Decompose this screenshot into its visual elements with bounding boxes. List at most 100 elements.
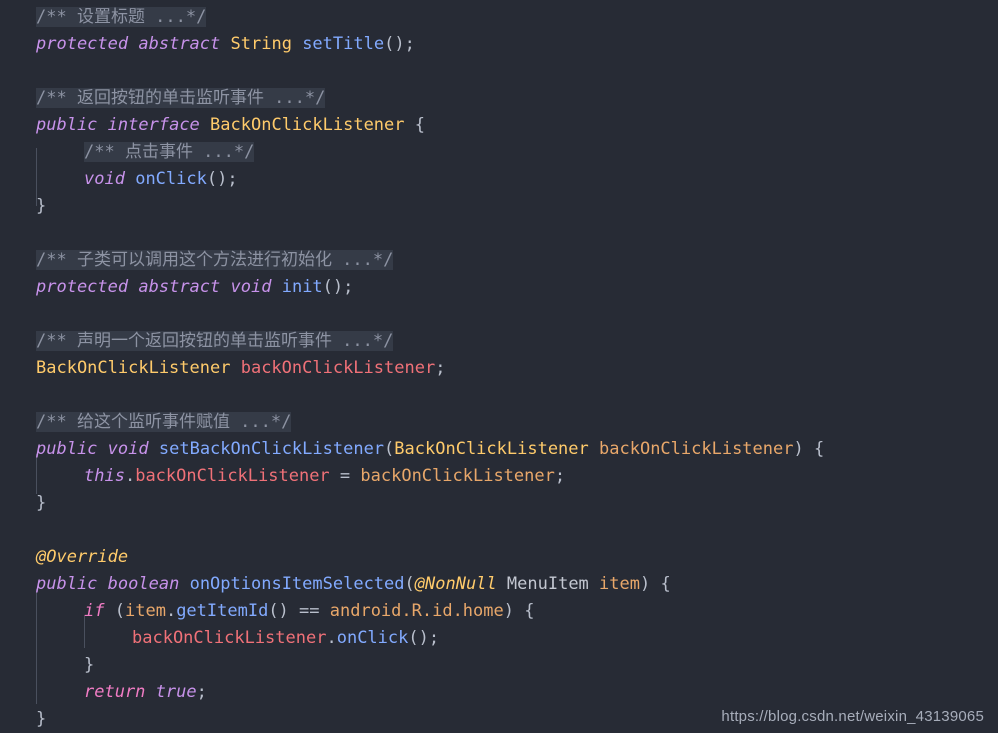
close-brace: } bbox=[84, 655, 95, 675]
code-line[interactable]: BackOnClickListener backOnClickListener; bbox=[0, 355, 998, 382]
code-line[interactable]: this.backOnClickListener = backOnClickLi… bbox=[0, 463, 998, 490]
semicolon: ; bbox=[196, 682, 207, 702]
type-backonclicklistener: BackOnClickListener bbox=[36, 358, 231, 378]
semicolon: ; bbox=[343, 277, 354, 297]
comment-token: /** 子类可以调用这个方法进行初始化 ...*/ bbox=[36, 250, 394, 270]
code-line[interactable]: /** 点击事件 ...*/ bbox=[0, 139, 998, 166]
method-settitle: setTitle bbox=[302, 34, 385, 54]
keyword-abstract: abstract bbox=[138, 34, 221, 54]
keyword-void: void bbox=[107, 439, 149, 459]
code-line[interactable]: } bbox=[0, 490, 998, 517]
method-onclick: onClick bbox=[336, 628, 409, 648]
method-onoptionsitemselected: onOptionsItemSelected bbox=[189, 574, 405, 594]
comment-token: /** 设置标题 ...*/ bbox=[36, 7, 207, 27]
code-line[interactable]: public interface BackOnClickListener { bbox=[0, 112, 998, 139]
keyword-void: void bbox=[84, 169, 125, 189]
code-line[interactable]: public void setBackOnClickListener(BackO… bbox=[0, 436, 998, 463]
watermark-url: https://blog.csdn.net/weixin_43139065 bbox=[721, 708, 984, 725]
annotation-nonnull: @NonNull bbox=[414, 574, 497, 594]
code-line[interactable]: /** 设置标题 ...*/ bbox=[0, 4, 998, 31]
code-line[interactable]: backOnClickListener.onClick(); bbox=[0, 625, 998, 652]
code-line[interactable]: protected abstract String setTitle(); bbox=[0, 31, 998, 58]
param-backonclicklistener: backOnClickListener bbox=[599, 439, 794, 459]
code-line[interactable]: public boolean onOptionsItemSelected(@No… bbox=[0, 571, 998, 598]
comment-token: /** 给这个监听事件赋值 ...*/ bbox=[36, 412, 292, 432]
keyword-abstract: abstract bbox=[138, 277, 221, 297]
keyword-public: public bbox=[36, 115, 98, 135]
param-backonclicklistener: backOnClickListener bbox=[360, 466, 555, 486]
code-line[interactable]: if (item.getItemId() == android.R.id.hom… bbox=[0, 598, 998, 625]
field-backonclicklistener: backOnClickListener bbox=[132, 628, 327, 648]
method-onclick: onClick bbox=[135, 169, 207, 189]
keyword-void: void bbox=[230, 277, 272, 297]
keyword-true: true bbox=[155, 682, 197, 702]
code-lines-container[interactable]: /** 设置标题 ...*/ protected abstract String… bbox=[0, 4, 998, 733]
semicolon: ; bbox=[404, 34, 415, 54]
method-getitemid: getItemId bbox=[176, 601, 269, 621]
semicolon: ; bbox=[428, 628, 440, 648]
code-line[interactable]: /** 声明一个返回按钮的单击监听事件 ...*/ bbox=[0, 328, 998, 355]
annotation-override: @Override bbox=[36, 547, 129, 567]
param-item: item bbox=[124, 601, 166, 621]
type-backonclicklistener: BackOnClickListener bbox=[210, 115, 405, 135]
close-brace: } bbox=[36, 196, 47, 216]
parens: () bbox=[268, 601, 289, 621]
keyword-protected: protected bbox=[36, 34, 129, 54]
semicolon: ; bbox=[435, 358, 446, 378]
semicolon: ; bbox=[227, 169, 238, 189]
rparen-brace: ) { bbox=[503, 601, 535, 621]
parens: () bbox=[322, 277, 344, 297]
rparen-brace: ) { bbox=[793, 439, 825, 459]
keyword-public: public bbox=[36, 439, 98, 459]
dot: . bbox=[124, 466, 136, 486]
keyword-this: this bbox=[84, 466, 125, 486]
assign-operator: = bbox=[329, 466, 361, 486]
code-line[interactable]: /** 返回按钮的单击监听事件 ...*/ bbox=[0, 85, 998, 112]
lparen: ( bbox=[384, 439, 395, 459]
lparen: ( bbox=[404, 574, 415, 594]
code-line[interactable]: } bbox=[0, 193, 998, 220]
dot: . bbox=[165, 601, 177, 621]
comment-token: /** 返回按钮的单击监听事件 ...*/ bbox=[36, 88, 326, 108]
semicolon: ; bbox=[554, 466, 566, 486]
field-backonclicklistener: backOnClickListener bbox=[135, 466, 330, 486]
parens: () bbox=[384, 34, 405, 54]
lparen: ( bbox=[114, 601, 125, 621]
code-line[interactable]: } bbox=[0, 652, 998, 679]
rparen-brace: ) { bbox=[640, 574, 671, 594]
param-item: item bbox=[599, 574, 640, 594]
method-setbackonclicklistener: setBackOnClickListener bbox=[158, 439, 385, 459]
code-line[interactable]: return true; bbox=[0, 679, 998, 706]
comment-token: /** 声明一个返回按钮的单击监听事件 ...*/ bbox=[36, 331, 394, 351]
equals-operator: == bbox=[288, 601, 330, 621]
method-init: init bbox=[281, 277, 323, 297]
code-line[interactable]: protected abstract void init(); bbox=[0, 274, 998, 301]
code-line[interactable]: /** 给这个监听事件赋值 ...*/ bbox=[0, 409, 998, 436]
code-editor-viewport[interactable]: /** 设置标题 ...*/ protected abstract String… bbox=[0, 0, 998, 733]
keyword-public: public bbox=[36, 574, 98, 594]
constant-android-home: android.R.id.home bbox=[329, 601, 504, 621]
code-line[interactable]: @Override bbox=[0, 544, 998, 571]
code-line[interactable]: /** 子类可以调用这个方法进行初始化 ...*/ bbox=[0, 247, 998, 274]
code-line[interactable]: void onClick(); bbox=[0, 166, 998, 193]
keyword-return: return bbox=[84, 682, 146, 702]
